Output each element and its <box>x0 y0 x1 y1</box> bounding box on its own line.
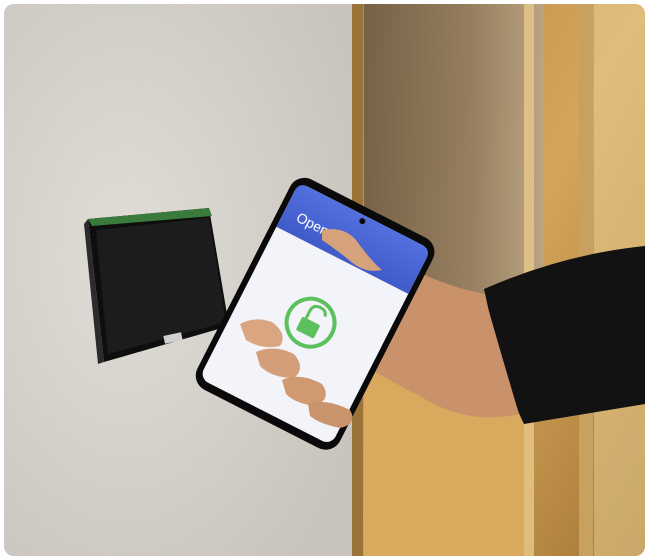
photo-scene: Openow <box>4 4 645 556</box>
photo-card: Openow <box>4 4 645 556</box>
